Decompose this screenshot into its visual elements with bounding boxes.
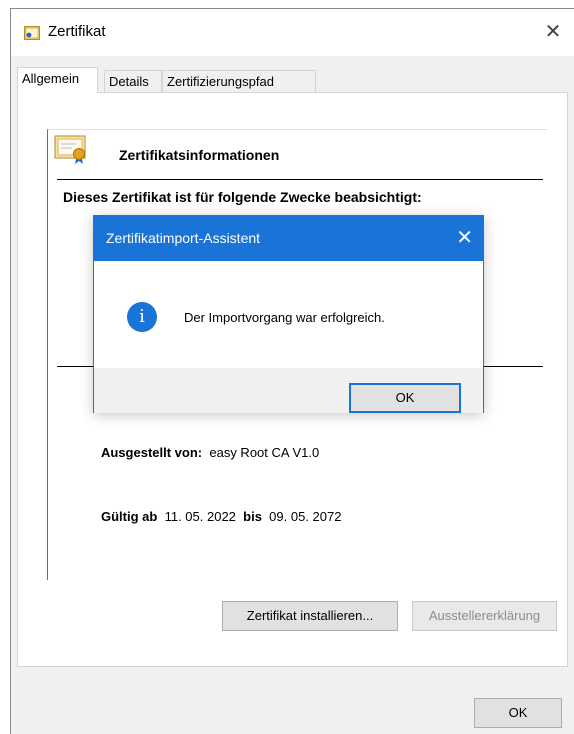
divider-top (57, 179, 543, 180)
issuer-row: Ausgestellt von: easy Root CA V1.0 (101, 445, 319, 460)
valid-to-label: bis (243, 509, 262, 524)
close-icon[interactable]: ✕ (538, 17, 568, 47)
purpose-heading: Dieses Zertifikat ist für folgende Zweck… (63, 189, 422, 205)
close-icon[interactable]: ✕ (456, 225, 473, 250)
valid-to-date: 09. 05. 2072 (269, 509, 342, 524)
issuer-label: Ausgestellt von: (101, 445, 203, 460)
dialog-title-bar: Zertifikatimport-Assistent ✕ (94, 216, 483, 261)
tab-details[interactable]: Details (104, 70, 162, 92)
certificate-seal-icon (54, 135, 86, 164)
dialog-message: Der Importvorgang war erfolgreich. (184, 310, 385, 325)
tab-zertifizierungspfad[interactable]: Zertifizierungspfad (162, 70, 316, 92)
certificate-icon (24, 26, 40, 40)
issuer-value: easy Root CA V1.0 (209, 445, 320, 460)
validity-row: Gültig ab 11. 05. 2022 bis 09. 05. 2072 (101, 509, 341, 524)
valid-from-date: 11. 05. 2022 (164, 509, 236, 524)
valid-from-label: Gültig ab (101, 509, 158, 524)
title-bar: Zertifikat ✕ (11, 9, 574, 56)
window-title: Zertifikat (48, 23, 106, 40)
ok-button[interactable]: OK (474, 698, 562, 728)
tab-allgemein[interactable]: Allgemein (17, 67, 98, 93)
import-wizard-dialog: Zertifikatimport-Assistent ✕ i Der Impor… (93, 215, 484, 413)
info-icon: i (127, 302, 157, 332)
dialog-title: Zertifikatimport-Assistent (106, 230, 261, 246)
dialog-ok-button[interactable]: OK (349, 383, 461, 413)
info-heading: Zertifikatsinformationen (119, 147, 280, 163)
issuer-statement-button[interactable]: Ausstellererklärung (412, 601, 557, 631)
install-certificate-button[interactable]: Zertifikat installieren... (222, 601, 398, 631)
